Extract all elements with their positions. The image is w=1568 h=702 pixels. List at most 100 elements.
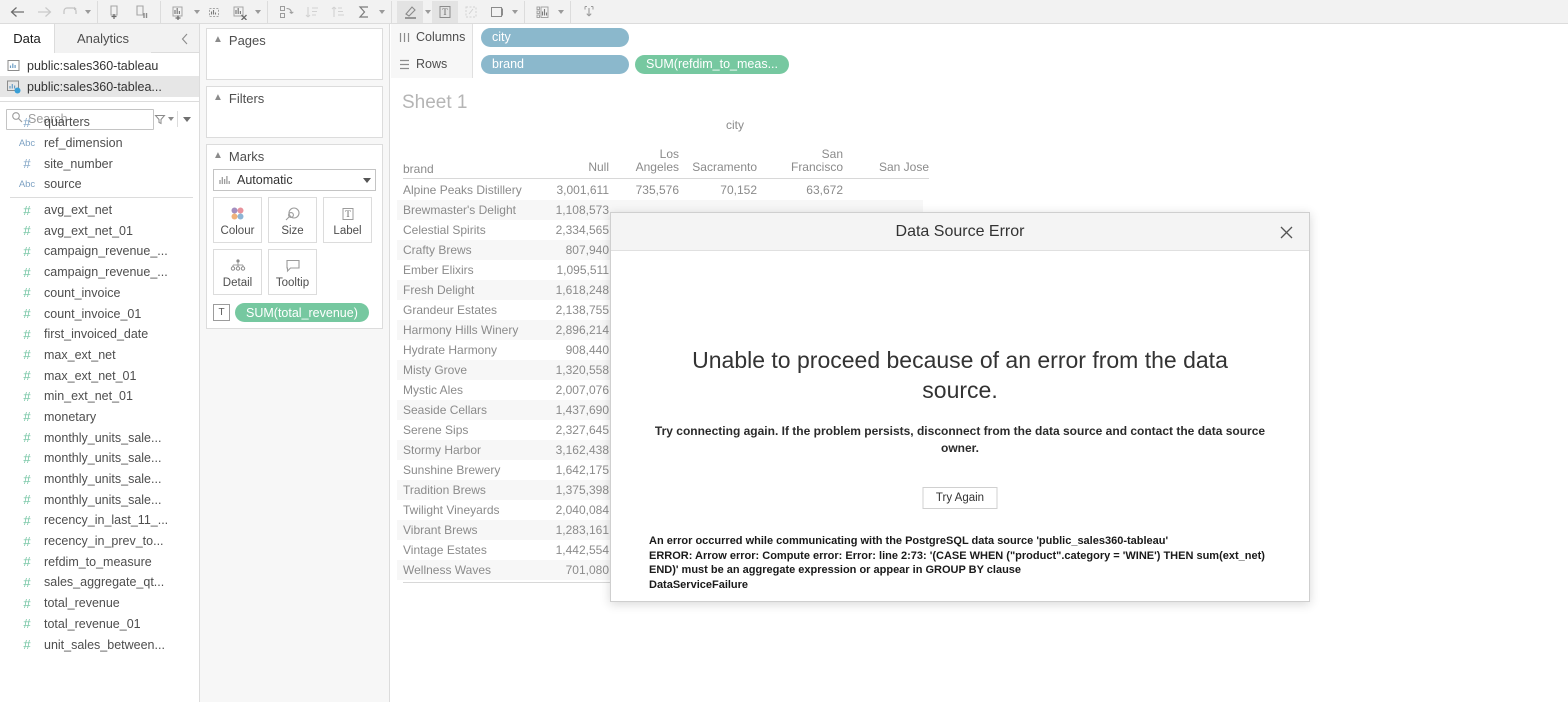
table-cell[interactable]: 3,162,438 xyxy=(519,443,609,457)
table-cell[interactable]: 807,940 xyxy=(519,243,609,257)
table-cell[interactable]: 1,283,161 xyxy=(519,523,609,537)
table-cell[interactable]: 735,576 xyxy=(589,183,679,197)
fit-view-icon[interactable] xyxy=(484,1,510,23)
tab-data[interactable]: Data xyxy=(0,24,55,53)
row-header-brand[interactable]: Grandeur Estates xyxy=(403,303,497,317)
pages-card-header[interactable]: ▲ Pages xyxy=(207,29,382,51)
field-item[interactable]: # total_revenue_01 xyxy=(0,614,199,635)
field-item[interactable]: # count_invoice_01 xyxy=(0,303,199,324)
field-item[interactable]: # avg_ext_net xyxy=(0,200,199,221)
chevron-left-icon[interactable] xyxy=(177,24,193,53)
totals-caret-icon[interactable] xyxy=(377,1,386,23)
tab-analytics[interactable]: Analytics xyxy=(55,24,151,53)
row-header-brand[interactable]: Twilight Vineyards xyxy=(403,503,500,517)
field-item[interactable]: # total_revenue xyxy=(0,593,199,614)
fields-list[interactable]: # quarters Abc ref_dimension # site_number Abc… xyxy=(0,112,199,702)
field-item[interactable]: # campaign_revenue_... xyxy=(0,262,199,283)
row-header-brand[interactable]: Stormy Harbor xyxy=(403,443,481,457)
sort-ascending-icon[interactable] xyxy=(299,1,325,23)
field-item[interactable]: # campaign_revenue_... xyxy=(0,241,199,262)
table-cell[interactable]: 1,095,511 xyxy=(519,263,610,277)
table-cell[interactable]: 2,040,084 xyxy=(519,503,609,517)
field-item[interactable]: # monthly_units_sale... xyxy=(0,448,199,469)
row-header-brand[interactable]: Fresh Delight xyxy=(403,283,474,297)
refresh-caret-icon[interactable] xyxy=(83,1,92,23)
new-worksheet-caret-icon[interactable] xyxy=(192,1,201,23)
table-cell[interactable]: 2,896,214 xyxy=(519,323,609,337)
marks-label-button[interactable]: T Label xyxy=(323,197,372,243)
field-item[interactable]: # site_number xyxy=(0,153,199,174)
clear-sheet-caret-icon[interactable] xyxy=(253,1,262,23)
column-header[interactable]: Null xyxy=(547,161,609,174)
row-header-brand[interactable]: Serene Sips xyxy=(403,423,468,437)
table-cell[interactable]: 2,327,645 xyxy=(519,423,609,437)
rows-pill-brand[interactable]: brand xyxy=(481,54,629,74)
field-item[interactable]: # monthly_units_sale... xyxy=(0,427,199,448)
table-cell[interactable]: 63,672 xyxy=(753,183,843,197)
table-cell[interactable]: 1,642,175 xyxy=(519,463,609,477)
columns-drop-zone[interactable]: city xyxy=(473,23,1568,51)
new-worksheet-icon[interactable] xyxy=(166,1,192,23)
table-cell[interactable]: 2,007,076 xyxy=(519,383,609,397)
sort-descending-icon[interactable] xyxy=(325,1,351,23)
marks-card-header[interactable]: ▲ Marks xyxy=(207,145,382,167)
table-cell[interactable]: 1,320,558 xyxy=(519,363,609,377)
field-item[interactable]: # first_invoiced_date xyxy=(0,324,199,345)
row-header-brand[interactable]: Harmony Hills Winery xyxy=(403,323,518,337)
field-item[interactable]: Abc source xyxy=(0,174,199,195)
redo-refresh-icon[interactable] xyxy=(57,1,83,23)
row-header-brand[interactable]: Mystic Ales xyxy=(403,383,463,397)
close-icon[interactable] xyxy=(1271,213,1301,251)
field-item[interactable]: # min_ext_net_01 xyxy=(0,386,199,407)
totals-sigma-icon[interactable] xyxy=(351,1,377,23)
row-header-brand[interactable]: Hydrate Harmony xyxy=(403,343,497,357)
table-row[interactable]: Alpine Peaks Distillery 3,001,611 735,576 7… xyxy=(397,180,923,200)
field-item[interactable]: # max_ext_net xyxy=(0,345,199,366)
table-cell[interactable]: 1,437,690 xyxy=(519,403,609,417)
row-header-brand[interactable]: Sunshine Brewery xyxy=(403,463,500,477)
row-header-brand[interactable]: Tradition Brews xyxy=(403,483,486,497)
field-item[interactable]: # count_invoice xyxy=(0,283,199,304)
row-header-brand[interactable]: Crafty Brews xyxy=(403,243,472,257)
field-item[interactable]: # recency_in_last_11_... xyxy=(0,510,199,531)
show-hide-cards-icon[interactable] xyxy=(530,1,556,23)
highlighter-icon[interactable] xyxy=(397,0,423,23)
marks-detail-button[interactable]: Detail xyxy=(213,249,262,295)
column-header[interactable]: San Jose xyxy=(861,161,929,174)
label-text-icon[interactable]: T xyxy=(432,0,458,23)
rows-drop-zone[interactable]: brand SUM(refdim_to_meas... xyxy=(473,50,1568,78)
fit-view-caret-icon[interactable] xyxy=(510,1,519,23)
marks-colour-button[interactable]: Colour xyxy=(213,197,262,243)
column-header[interactable]: Los Angeles xyxy=(615,148,679,174)
field-item[interactable]: # monthly_units_sale... xyxy=(0,469,199,490)
columns-pill-city[interactable]: city xyxy=(481,27,629,47)
field-item[interactable]: # monthly_units_sale... xyxy=(0,489,199,510)
table-cell[interactable]: 1,108,573 xyxy=(519,203,609,217)
filters-card-header[interactable]: ▲ Filters xyxy=(207,87,382,109)
marks-size-button[interactable]: Size xyxy=(268,197,317,243)
filters-drop-zone[interactable] xyxy=(207,109,382,137)
data-source-item[interactable]: public:sales360-tableau xyxy=(0,55,199,76)
column-header[interactable]: San Francisco xyxy=(779,148,843,174)
field-item[interactable]: # max_ext_net_01 xyxy=(0,365,199,386)
back-arrow-icon[interactable] xyxy=(5,1,31,23)
row-header-brand[interactable]: Seaside Cellars xyxy=(403,403,487,417)
field-item[interactable]: # unit_sales_between... xyxy=(0,634,199,655)
row-header-brand[interactable]: Vibrant Brews xyxy=(403,523,477,537)
pause-data-source-icon[interactable] xyxy=(129,1,155,23)
row-header-brand[interactable]: Celestial Spirits xyxy=(403,223,486,237)
field-item[interactable]: # sales_aggregate_qt... xyxy=(0,572,199,593)
row-header-brand[interactable]: Wellness Waves xyxy=(403,563,491,577)
field-item[interactable]: # quarters xyxy=(0,112,199,133)
mark-type-selector[interactable]: Automatic xyxy=(213,169,376,191)
pages-drop-zone[interactable] xyxy=(207,51,382,79)
rows-pill-refdim-measure[interactable]: SUM(refdim_to_meas... xyxy=(635,54,789,74)
duplicate-worksheet-icon[interactable] xyxy=(201,1,227,23)
row-header-brand[interactable]: Misty Grove xyxy=(403,363,467,377)
table-cell[interactable]: 701,080 xyxy=(519,563,609,577)
new-data-source-icon[interactable] xyxy=(103,1,129,23)
row-header-brand[interactable]: Alpine Peaks Distillery xyxy=(403,183,522,197)
row-header-brand[interactable]: Brewmaster's Delight xyxy=(403,203,516,217)
try-again-button[interactable]: Try Again xyxy=(922,487,998,509)
marks-tooltip-button[interactable]: Tooltip xyxy=(268,249,317,295)
